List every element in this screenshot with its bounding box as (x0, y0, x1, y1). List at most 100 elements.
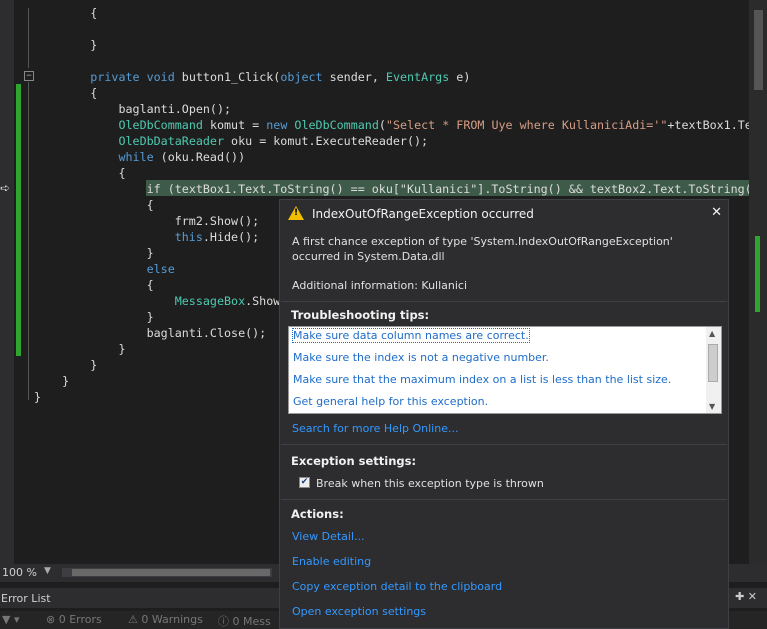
code-line[interactable]: while (oku.Read()) (34, 149, 245, 165)
code-token: button1_Click( (174, 70, 281, 84)
code-token: komut = (202, 118, 267, 132)
code-line[interactable]: { (34, 277, 154, 293)
warnings-filter-button[interactable]: ⚠ 0 Warnings (128, 613, 203, 626)
code-token: MessageBox (174, 294, 246, 308)
pin-icon[interactable]: ✚ ✕ (735, 590, 757, 603)
exception-title: IndexOutOfRangeException occurred (312, 207, 534, 221)
code-token: oku = komut.ExecuteReader(); (224, 134, 429, 148)
filter-dropdown-icon[interactable]: ▼ ▾ (2, 613, 19, 626)
code-line[interactable]: baglanti.Close(); (34, 325, 267, 341)
change-tracking-bar (16, 84, 21, 356)
code-line[interactable]: } (34, 357, 97, 373)
code-token: void (146, 70, 175, 84)
search-help-link[interactable]: Search for more Help Online... (292, 422, 458, 435)
code-line[interactable]: } (34, 37, 97, 53)
code-token: .Hide(); (202, 230, 260, 244)
code-token: } (146, 310, 154, 324)
vertical-scrollbar[interactable] (749, 0, 767, 564)
code-token: { (118, 166, 126, 180)
code-token: frm2.Show(); (174, 214, 260, 228)
tip-link[interactable]: Make sure the index is not a negative nu… (293, 351, 549, 364)
open-settings-link[interactable]: Open exception settings (292, 605, 426, 618)
messages-filter-button[interactable]: ⓘ 0 Mess (218, 613, 271, 629)
exception-settings-title: Exception settings: (291, 454, 417, 468)
copy-detail-link[interactable]: Copy exception detail to the clipboard (292, 580, 502, 593)
break-checkbox-label[interactable]: Break when this exception type is thrown (316, 477, 544, 490)
code-token: new (266, 118, 288, 132)
code-line[interactable]: } (34, 389, 41, 405)
tip-link[interactable]: Get general help for this exception. (293, 395, 488, 408)
code-token: EventArgs (385, 70, 450, 84)
code-line[interactable]: { (34, 165, 126, 181)
code-token: { (146, 198, 154, 212)
collapse-toggle-icon[interactable]: − (24, 71, 34, 81)
code-line[interactable]: { (34, 5, 97, 21)
code-line[interactable]: } (34, 373, 69, 389)
close-icon[interactable]: ✕ (711, 205, 722, 220)
code-token: { (90, 6, 98, 20)
code-line[interactable]: baglanti.Open(); (34, 101, 231, 117)
zoom-level[interactable]: 100 % (2, 566, 37, 579)
code-token: private (90, 70, 140, 84)
code-token: baglanti.Open(); (118, 102, 232, 116)
code-token: } (146, 246, 154, 260)
code-line[interactable]: MessageBox.Show (34, 293, 281, 309)
view-detail-link[interactable]: View Detail... (292, 530, 365, 543)
exception-message: A first chance exception of type 'System… (292, 235, 673, 263)
actions-title: Actions: (291, 507, 344, 521)
tip-link[interactable]: Make sure data column names are correct. (292, 328, 530, 343)
scroll-thumb[interactable] (754, 10, 763, 90)
code-line[interactable]: else (34, 261, 175, 277)
errors-filter-button[interactable]: ⊗ 0 Errors (46, 613, 102, 626)
code-token: OleDbCommand (294, 118, 379, 132)
horizontal-scroll-thumb[interactable] (72, 569, 270, 576)
code-line[interactable]: { (34, 197, 154, 213)
code-token: } (34, 390, 42, 404)
break-checkbox[interactable]: ✔ (299, 477, 310, 488)
code-line[interactable]: frm2.Show(); (34, 213, 259, 229)
outline-guide (28, 82, 29, 400)
zoom-dropdown-icon[interactable]: ▼ (44, 566, 51, 576)
errors-count: 0 Errors (58, 613, 102, 626)
code-line[interactable]: if (textBox1.Text.ToString() == oku["Kul… (34, 181, 752, 197)
code-line[interactable]: } (34, 309, 154, 325)
scroll-up-icon[interactable]: ▲ (709, 329, 715, 338)
tips-scrollbar[interactable]: ▲ ▼ (706, 327, 721, 413)
code-token: sender, (322, 70, 386, 84)
additional-info: Additional information: Kullanici (292, 279, 468, 292)
code-token: "Select * FROM Uye where KullaniciAdi='" (385, 118, 668, 132)
troubleshooting-tips-list[interactable]: Make sure data column names are correct.… (288, 326, 722, 414)
tip-link[interactable]: Make sure that the maximum index on a li… (293, 373, 671, 386)
indicator-margin (0, 0, 14, 564)
exception-assistant-popup: ! IndexOutOfRangeException occurred ✕ A … (279, 199, 729, 629)
code-token: } (90, 38, 98, 52)
code-token: ( (378, 118, 386, 132)
enable-editing-link[interactable]: Enable editing (292, 555, 371, 568)
code-token: +textBox1.Te (667, 118, 752, 132)
code-line[interactable]: } (34, 245, 154, 261)
code-token: .Show (245, 294, 281, 308)
code-token: { (90, 86, 98, 100)
warning-icon: ! (288, 206, 304, 220)
code-line[interactable]: private void button1_Click(object sender… (34, 69, 470, 85)
outline-guide (28, 8, 29, 68)
code-token: this (174, 230, 203, 244)
divider (281, 301, 727, 302)
troubleshooting-title: Troubleshooting tips: (291, 308, 430, 322)
code-line[interactable]: this.Hide(); (34, 229, 259, 245)
code-token: (oku.Read()) (153, 150, 246, 164)
code-token: else (146, 262, 175, 276)
scroll-down-icon[interactable]: ▼ (709, 402, 715, 411)
scroll-change-marker (755, 236, 760, 312)
code-token: while (118, 150, 154, 164)
code-line[interactable]: } (34, 341, 125, 357)
code-token: if (textBox1.Text.ToString() == oku["Kul… (146, 182, 752, 196)
divider (281, 444, 727, 445)
messages-count: 0 Mess (232, 615, 271, 628)
horizontal-scrollbar[interactable] (62, 568, 272, 577)
code-token: OleDbCommand (118, 118, 203, 132)
tips-scroll-thumb[interactable] (708, 344, 718, 382)
code-line[interactable]: { (34, 85, 97, 101)
code-line[interactable]: OleDbCommand komut = new OleDbCommand("S… (34, 117, 752, 133)
code-line[interactable]: OleDbDataReader oku = komut.ExecuteReade… (34, 133, 428, 149)
